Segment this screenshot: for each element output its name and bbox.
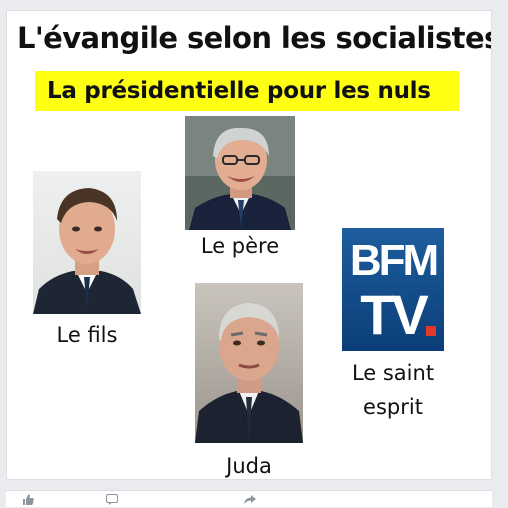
caption-fils: Le fils: [56, 323, 118, 347]
portrait-photo-pere: [185, 116, 295, 230]
logo-red-square: [426, 326, 436, 336]
caption-pere: Le père: [200, 234, 280, 258]
logo-text-tv: TV: [360, 283, 429, 346]
meme-image[interactable]: L'évangile selon les socialistes La prés…: [6, 10, 492, 480]
logo-text-bfm: BFM: [349, 236, 439, 285]
caption-saint-line2: esprit: [363, 395, 423, 419]
caption-juda: Juda: [226, 454, 272, 478]
caption-saint-line1: Le saint: [351, 361, 435, 385]
meme-title: L'évangile selon les socialistes: [17, 21, 492, 55]
bfm-tv-logo: BFM TV: [342, 228, 444, 351]
portrait-photo-juda: [195, 283, 303, 443]
meme-subtitle: La présidentielle pour les nuls: [35, 71, 459, 111]
portrait-photo-fils: [33, 171, 141, 314]
post-action-bar: [6, 490, 492, 507]
